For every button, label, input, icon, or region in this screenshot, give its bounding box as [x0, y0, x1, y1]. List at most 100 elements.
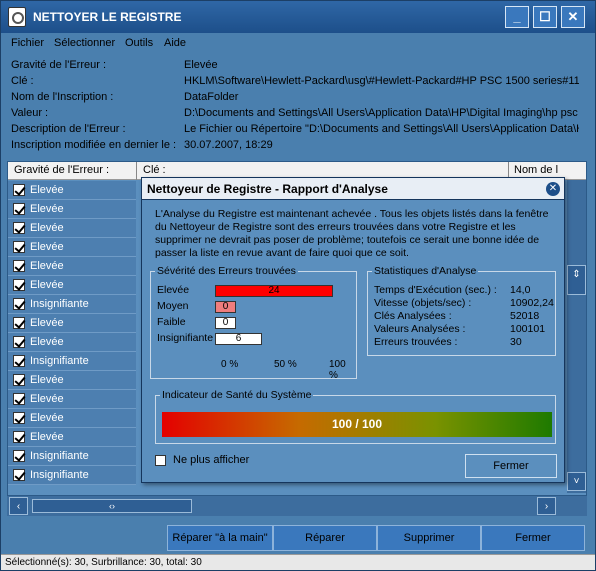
detail-label: Clé :: [11, 75, 34, 87]
table-row[interactable]: Elevée: [8, 371, 136, 390]
detail-label: Description de l'Erreur :: [11, 123, 126, 135]
table-row[interactable]: Elevée: [8, 238, 136, 257]
repair-manual-button[interactable]: Réparer "à la main": [167, 525, 273, 551]
table-row[interactable]: Elevée: [8, 200, 136, 219]
severity-bar: 24: [215, 285, 333, 297]
row-severity: Elevée: [30, 317, 64, 329]
health-group: Indicateur de Santé du Système 100 / 100: [155, 389, 556, 444]
row-checkbox[interactable]: [13, 317, 25, 329]
maximize-button[interactable]: ☐: [533, 6, 557, 28]
table-row[interactable]: Insignifiante: [8, 466, 136, 485]
row-checkbox[interactable]: [13, 279, 25, 291]
row-checkbox[interactable]: [13, 374, 25, 386]
row-checkbox[interactable]: [13, 393, 25, 405]
table-row[interactable]: Elevée: [8, 257, 136, 276]
row-severity: Elevée: [30, 431, 64, 443]
horizontal-scroll-thumb[interactable]: ‹›: [32, 499, 192, 513]
severity-label: Insignifiante: [157, 332, 214, 344]
table-row[interactable]: Elevée: [8, 314, 136, 333]
row-checkbox[interactable]: [13, 431, 25, 443]
dialog-message: L'Analyse du Registre est maintenant ach…: [155, 208, 549, 259]
row-severity: Insignifiante: [30, 469, 89, 481]
row-checkbox[interactable]: [13, 469, 25, 481]
severity-group-title: Sévérité des Erreurs trouvées: [155, 265, 298, 277]
close-main-button[interactable]: Fermer: [481, 525, 585, 551]
stats-group: Statistiques d'Analyse Temps d'Exécution…: [367, 265, 556, 356]
stat-label: Erreurs trouvées :: [374, 336, 458, 348]
row-checkbox[interactable]: [13, 336, 25, 348]
column-header-key[interactable]: Clé :: [143, 164, 166, 176]
severity-label: Faible: [157, 316, 186, 328]
row-severity: Elevée: [30, 203, 64, 215]
table-row[interactable]: Elevée: [8, 428, 136, 447]
row-checkbox[interactable]: [13, 412, 25, 424]
vertical-scrollbar[interactable]: ⇕ ˅: [567, 180, 586, 493]
table-row[interactable]: Elevée: [8, 409, 136, 428]
column-header-name[interactable]: Nom de l: [514, 164, 558, 176]
row-checkbox[interactable]: [13, 222, 25, 234]
minimize-button[interactable]: _: [505, 6, 529, 28]
dialog-close-button[interactable]: Fermer: [465, 454, 557, 478]
table-row[interactable]: Elevée: [8, 181, 136, 200]
table-row[interactable]: Elevée: [8, 276, 136, 295]
detail-value: Elevée: [184, 59, 218, 71]
row-checkbox[interactable]: [13, 184, 25, 196]
status-bar: Sélectionné(s): 30, Surbrillance: 30, to…: [1, 554, 595, 570]
severity-bar: 0: [215, 301, 236, 313]
health-bar: 100 / 100: [162, 412, 552, 437]
row-severity: Insignifiante: [30, 298, 89, 310]
detail-label: Valeur :: [11, 107, 49, 119]
row-severity: Insignifiante: [30, 450, 89, 462]
severity-bar: 0: [215, 317, 236, 329]
table-row[interactable]: Elevée: [8, 333, 136, 352]
column-header-severity[interactable]: Gravité de l'Erreur :: [14, 164, 109, 176]
row-severity: Elevée: [30, 241, 64, 253]
delete-button[interactable]: Supprimer: [377, 525, 481, 551]
row-checkbox[interactable]: [13, 241, 25, 253]
row-checkbox[interactable]: [13, 355, 25, 367]
stat-value: 14,0: [510, 284, 531, 296]
table-row[interactable]: Insignifiante: [8, 447, 136, 466]
scale-label: 100 %: [329, 359, 346, 381]
row-severity: Elevée: [30, 336, 64, 348]
menu-fichier[interactable]: Fichier: [11, 37, 44, 49]
scroll-thumb[interactable]: ⇕: [567, 265, 586, 295]
row-severity: Elevée: [30, 222, 64, 234]
close-button[interactable]: ✕: [561, 6, 585, 28]
no-show-label[interactable]: Ne plus afficher: [173, 454, 249, 466]
scroll-right-button[interactable]: ›: [537, 497, 556, 515]
row-checkbox[interactable]: [13, 298, 25, 310]
no-show-checkbox[interactable]: [155, 455, 166, 466]
row-severity: Insignifiante: [30, 355, 89, 367]
stat-value: 10902,24: [510, 297, 554, 309]
repair-button[interactable]: Réparer: [273, 525, 377, 551]
stats-group-title: Statistiques d'Analyse: [372, 265, 479, 277]
row-checkbox[interactable]: [13, 260, 25, 272]
row-severity: Elevée: [30, 184, 64, 196]
scroll-down-button[interactable]: ˅: [567, 472, 586, 491]
table-row[interactable]: Elevée: [8, 219, 136, 238]
stat-label: Temps d'Exécution (sec.) :: [374, 284, 497, 296]
row-severity: Elevée: [30, 260, 64, 272]
detail-label: Inscription modifiée en dernier le :: [11, 139, 177, 151]
window-title: NETTOYER LE REGISTRE: [33, 10, 182, 24]
menu-aide[interactable]: Aide: [164, 37, 186, 49]
detail-value: 30.07.2007, 18:29: [184, 139, 273, 151]
scroll-left-button[interactable]: ‹: [9, 497, 28, 515]
menu-outils[interactable]: Outils: [125, 37, 153, 49]
scale-label: 50 %: [274, 359, 297, 370]
table-row[interactable]: Elevée: [8, 390, 136, 409]
horizontal-scrollbar[interactable]: ‹ ‹› ›: [7, 496, 587, 516]
severity-group: Sévérité des Erreurs trouvées Elevée 24 Mo…: [150, 265, 357, 381]
magnifier-icon: [8, 7, 26, 27]
menu-selectionner[interactable]: Sélectionner: [54, 37, 115, 49]
severity-bar: 6: [215, 333, 262, 345]
table-row[interactable]: Insignifiante: [8, 352, 136, 371]
row-severity: Elevée: [30, 393, 64, 405]
dialog-title: Nettoyeur de Registre - Rapport d'Analys…: [147, 182, 388, 196]
row-checkbox[interactable]: [13, 203, 25, 215]
dialog-close-icon[interactable]: ✕: [546, 182, 560, 196]
row-checkbox[interactable]: [13, 450, 25, 462]
analysis-report-dialog: Nettoyeur de Registre - Rapport d'Analys…: [141, 177, 565, 483]
table-row[interactable]: Insignifiante: [8, 295, 136, 314]
